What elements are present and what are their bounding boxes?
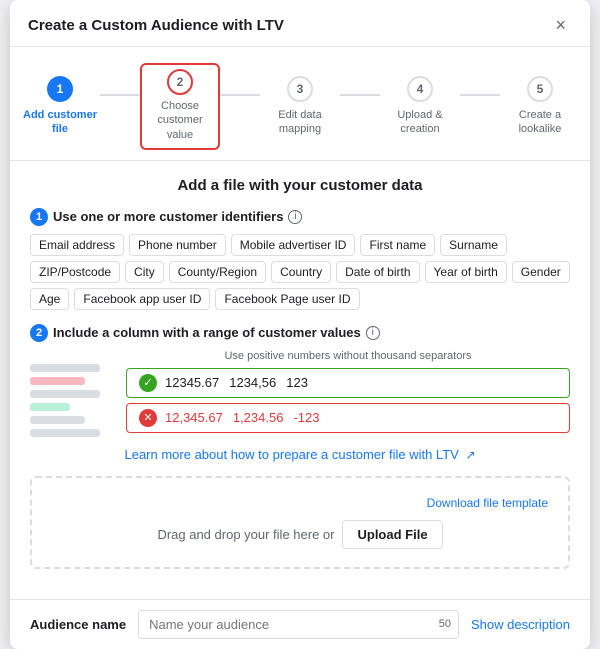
learn-more-anchor[interactable]: Learn more about how to prepare a custom…	[124, 447, 475, 462]
ltv-good-box: ✓ 12345.67 1234,56 123	[126, 368, 570, 398]
tag-phone: Phone number	[129, 234, 226, 256]
close-button[interactable]: ×	[549, 14, 572, 36]
step-2-label: Choose customer value	[150, 99, 210, 142]
ltv-visual: Use positive numbers without thousand se…	[30, 350, 570, 433]
x-icon: ✕	[139, 409, 157, 427]
ltv-line-4	[30, 403, 70, 411]
body-section-title: Add a file with your customer data	[30, 177, 570, 194]
connector-3-4	[340, 94, 380, 96]
ltv-hint: Use positive numbers without thousand se…	[126, 350, 570, 362]
steps-bar: 1 Add customer file 2 Choose customer va…	[10, 47, 590, 161]
ltv-badge: 2	[30, 324, 48, 342]
step-5-label: Create a lookalike	[500, 108, 580, 137]
modal-header: Create a Custom Audience with LTV ×	[10, 0, 590, 47]
tag-email: Email address	[30, 234, 124, 256]
ltv-header-text: Include a column with a range of custome…	[53, 325, 361, 340]
ltv-illustration	[30, 356, 110, 426]
step-5-circle: 5	[527, 76, 553, 102]
identifiers-badge: 1	[30, 208, 48, 226]
external-link-icon: ↗	[465, 448, 475, 462]
identifiers-header-text: Use one or more customer identifiers	[53, 209, 283, 224]
ltv-bad-val-3: -123	[293, 410, 319, 425]
ltv-bad-val-2: 1,234.56	[233, 410, 284, 425]
step-4-circle: 4	[407, 76, 433, 102]
ltv-section: 2 Include a column with a range of custo…	[30, 324, 570, 433]
connector-2-3	[220, 94, 260, 96]
ltv-good-val-3: 123	[286, 375, 308, 390]
step-1-circle: 1	[47, 76, 73, 102]
step-5: 5 Create a lookalike	[500, 76, 580, 137]
upload-file-button[interactable]: Upload File	[342, 520, 442, 549]
ltv-header: 2 Include a column with a range of custo…	[30, 324, 570, 342]
tag-fb-page: Facebook Page user ID	[215, 288, 359, 310]
upload-area: Download file template Drag and drop you…	[30, 476, 570, 569]
step-3-label: Edit data mapping	[260, 108, 340, 137]
step-4-label: Upload & creation	[380, 108, 460, 137]
learn-more-link[interactable]: Learn more about how to prepare a custom…	[30, 447, 570, 462]
ltv-line-1	[30, 364, 100, 372]
tag-first-name: First name	[360, 234, 435, 256]
identifiers-info-icon[interactable]: i	[288, 210, 302, 224]
identifier-tags: Email address Phone number Mobile advert…	[30, 234, 570, 310]
tag-gender: Gender	[512, 261, 570, 283]
tag-surname: Surname	[440, 234, 507, 256]
check-icon: ✓	[139, 374, 157, 392]
step-3: 3 Edit data mapping	[260, 76, 340, 137]
ltv-good-val-2: 1234,56	[229, 375, 276, 390]
upload-drop-text: Drag and drop your file here or	[157, 527, 334, 542]
step-4: 4 Upload & creation	[380, 76, 460, 137]
modal-footer: Audience name 50 Show description	[10, 599, 590, 649]
tag-mobile-advertiser: Mobile advertiser ID	[231, 234, 356, 256]
ltv-good-values: 12345.67 1234,56 123	[165, 375, 308, 390]
tag-fb-app: Facebook app user ID	[74, 288, 210, 310]
tag-dob: Date of birth	[336, 261, 419, 283]
connector-1-2	[100, 94, 140, 96]
ltv-line-6	[30, 429, 100, 437]
step-1-label: Add customer file	[20, 108, 100, 137]
ltv-bad-values: 12,345.67 1,234.56 -123	[165, 410, 319, 425]
ltv-bad-val-1: 12,345.67	[165, 410, 223, 425]
upload-area-top: Download file template	[52, 496, 548, 510]
tag-county: County/Region	[169, 261, 266, 283]
audience-name-input[interactable]	[138, 610, 459, 639]
step-3-circle: 3	[287, 76, 313, 102]
step-2-circle: 2	[167, 69, 193, 95]
audience-input-wrap: 50	[138, 610, 459, 639]
step-2: 2 Choose customer value	[140, 63, 220, 150]
learn-more-text: Learn more about how to prepare a custom…	[124, 447, 458, 462]
ltv-info-icon[interactable]: i	[366, 326, 380, 340]
ltv-line-2	[30, 377, 85, 385]
ltv-line-5	[30, 416, 85, 424]
tag-zip: ZIP/Postcode	[30, 261, 120, 283]
tag-city: City	[125, 261, 164, 283]
ltv-bad-box: ✕ 12,345.67 1,234.56 -123	[126, 403, 570, 433]
ltv-good-val-1: 12345.67	[165, 375, 219, 390]
ltv-line-3	[30, 390, 100, 398]
identifiers-section: 1 Use one or more customer identifiers i…	[30, 208, 570, 310]
download-template-link[interactable]: Download file template	[427, 496, 548, 510]
tag-yob: Year of birth	[425, 261, 507, 283]
upload-row: Drag and drop your file here or Upload F…	[52, 520, 548, 549]
connector-4-5	[460, 94, 500, 96]
tag-country: Country	[271, 261, 331, 283]
modal-title: Create a Custom Audience with LTV	[28, 17, 284, 34]
char-count: 50	[439, 618, 451, 630]
modal-body: Add a file with your customer data 1 Use…	[10, 161, 590, 599]
show-description-button[interactable]: Show description	[471, 617, 570, 632]
step-1: 1 Add customer file	[20, 76, 100, 137]
identifiers-header: 1 Use one or more customer identifiers i	[30, 208, 570, 226]
audience-name-label: Audience name	[30, 617, 126, 632]
tag-age: Age	[30, 288, 69, 310]
ltv-right: Use positive numbers without thousand se…	[126, 350, 570, 433]
